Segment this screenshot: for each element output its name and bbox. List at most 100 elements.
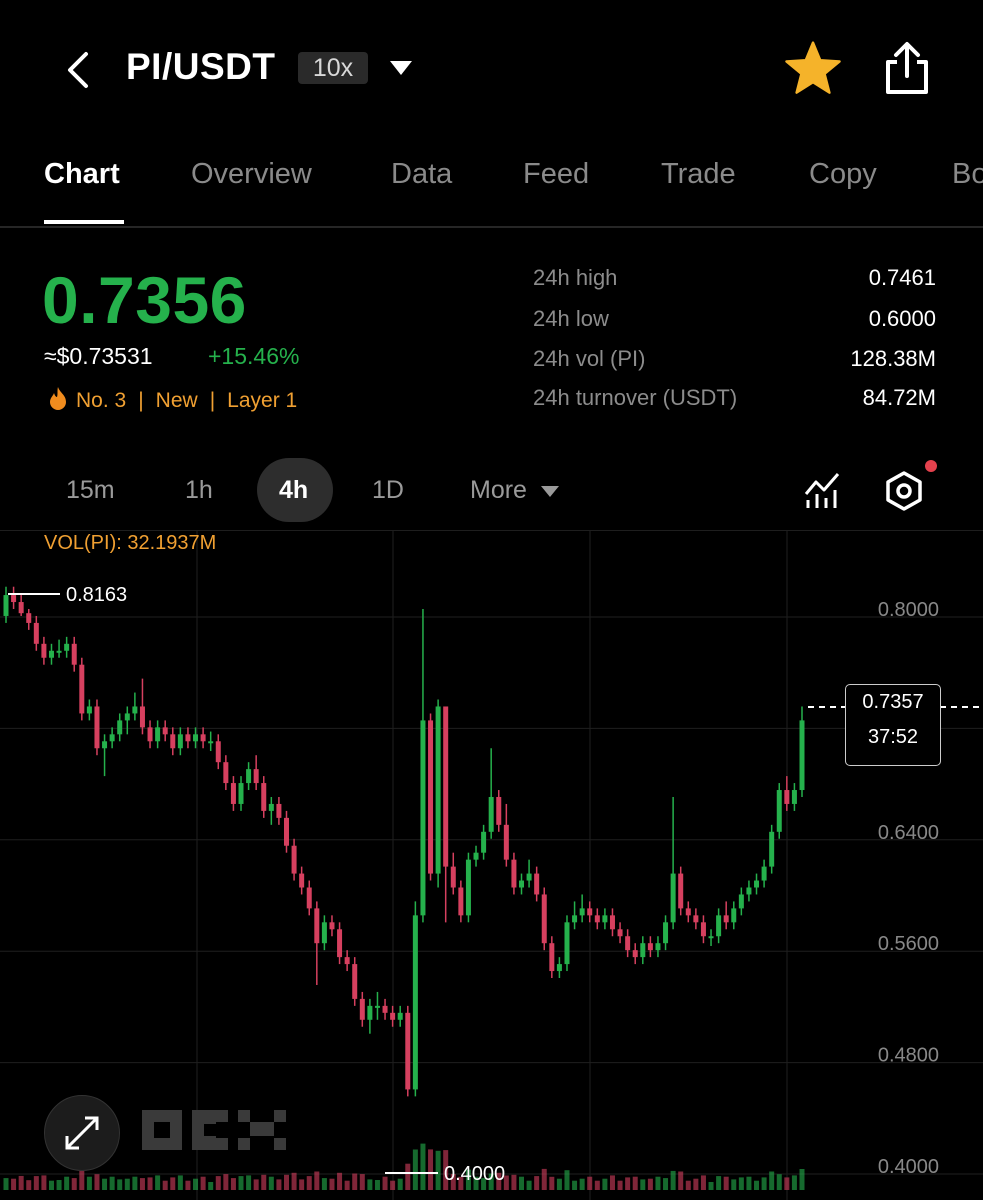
interval-1h[interactable]: 1h	[185, 476, 213, 505]
candle-body	[238, 783, 244, 804]
volume-bar	[238, 1176, 244, 1190]
candle-body	[678, 873, 684, 909]
candle-body	[443, 706, 449, 867]
leverage-badge[interactable]: 10x	[298, 52, 368, 84]
candle-body	[71, 643, 77, 665]
candle-body	[321, 922, 327, 944]
expand-button[interactable]	[44, 1095, 120, 1171]
volume-bar	[640, 1179, 646, 1190]
tab-data[interactable]: Data	[391, 158, 452, 191]
candle-body	[109, 734, 115, 742]
interval-15m[interactable]: 15m	[66, 476, 115, 505]
layer-tag[interactable]: Layer 1	[227, 389, 297, 412]
volume-bar	[693, 1178, 699, 1190]
candle-body	[556, 964, 562, 972]
candle-body	[594, 915, 600, 923]
candle-body	[647, 943, 653, 951]
volume-bar	[731, 1179, 737, 1190]
volume-bar	[102, 1178, 108, 1190]
caret-down-icon[interactable]	[388, 58, 414, 78]
share-icon[interactable]	[882, 40, 932, 96]
candle-body	[344, 957, 350, 965]
volume-bar	[655, 1176, 661, 1190]
tab-active-indicator	[44, 220, 124, 224]
stat-value: 128.38M	[850, 346, 936, 371]
candle-body	[155, 727, 161, 742]
candle-body	[784, 790, 790, 804]
volume-bar	[79, 1170, 85, 1190]
stat-label: 24h turnover (USDT)	[533, 385, 738, 410]
candle-body	[352, 964, 358, 999]
candle-body	[465, 859, 471, 916]
volume-bar	[799, 1169, 805, 1190]
candle-body	[215, 741, 221, 763]
stat-value: 0.6000	[868, 306, 936, 331]
candle-body	[291, 845, 297, 874]
candle-body	[488, 796, 494, 832]
volume-bar	[208, 1182, 214, 1190]
countdown-label: 37:52	[867, 726, 919, 748]
chart-indicator-icon[interactable]	[803, 470, 843, 510]
candle-body	[716, 915, 722, 937]
volume-bar	[124, 1178, 130, 1190]
interval-1d[interactable]: 1D	[372, 476, 404, 505]
candle-body	[412, 915, 418, 1090]
interval-more[interactable]: More	[470, 476, 560, 505]
y-axis-label: 0.5600	[878, 933, 939, 955]
volume-bar	[268, 1176, 274, 1190]
new-tag[interactable]: New	[156, 389, 198, 412]
candle-body	[132, 706, 138, 714]
tab-overview[interactable]: Overview	[191, 158, 312, 191]
volume-bar	[193, 1178, 199, 1190]
volume-bar	[177, 1175, 183, 1190]
volume-bar	[746, 1176, 752, 1190]
candle-body	[33, 622, 39, 644]
candle-body	[223, 762, 229, 784]
candle-body	[549, 943, 555, 972]
y-axis-label: 0.8000	[878, 599, 939, 621]
candle-body	[572, 915, 578, 923]
volume-bar	[132, 1176, 138, 1190]
tab-bots[interactable]: Bo	[952, 158, 983, 191]
volume-bar	[162, 1180, 168, 1190]
volume-bar	[670, 1170, 676, 1190]
star-icon[interactable]	[784, 40, 842, 96]
candle-body	[526, 873, 532, 881]
volume-bar	[632, 1176, 638, 1190]
candle-body	[769, 831, 775, 867]
candle-body	[587, 908, 593, 916]
tab-chart[interactable]: Chart	[44, 158, 120, 191]
candle-body	[337, 929, 343, 958]
tab-trade[interactable]: Trade	[661, 158, 736, 191]
candle-body	[117, 720, 123, 735]
candle-body	[731, 908, 737, 923]
candle-body	[185, 734, 191, 742]
back-icon[interactable]	[60, 50, 96, 90]
volume-bar	[594, 1180, 600, 1190]
candle-body	[738, 894, 744, 909]
candle-body	[640, 943, 646, 958]
rank-tag[interactable]: No. 3	[76, 389, 126, 412]
candle-body	[655, 943, 661, 951]
volume-bar	[48, 1180, 54, 1190]
tab-feed[interactable]: Feed	[523, 158, 589, 191]
volume-bar	[33, 1176, 39, 1190]
candlestick-chart[interactable]: 0.80000.72000.64000.56000.48000.40000.81…	[0, 530, 983, 1200]
volume-bar	[549, 1176, 555, 1190]
candle-body	[700, 922, 706, 937]
candle-body	[776, 790, 782, 832]
volume-bar	[738, 1177, 744, 1190]
candle-body	[761, 866, 767, 881]
fire-icon	[50, 387, 66, 410]
tab-copy[interactable]: Copy	[809, 158, 877, 191]
volume-bar	[321, 1178, 327, 1190]
hexagon-settings-icon[interactable]	[884, 470, 924, 512]
volume-bar	[41, 1175, 47, 1190]
volume-bar	[617, 1180, 623, 1190]
okx-watermark-logo	[142, 1110, 286, 1150]
volume-bar	[3, 1178, 9, 1190]
pair-title[interactable]: PI/USDT	[126, 46, 275, 88]
high-marker-label: 0.8163	[66, 584, 127, 606]
volume-bar	[541, 1168, 547, 1190]
interval-4h[interactable]: 4h	[279, 476, 308, 505]
